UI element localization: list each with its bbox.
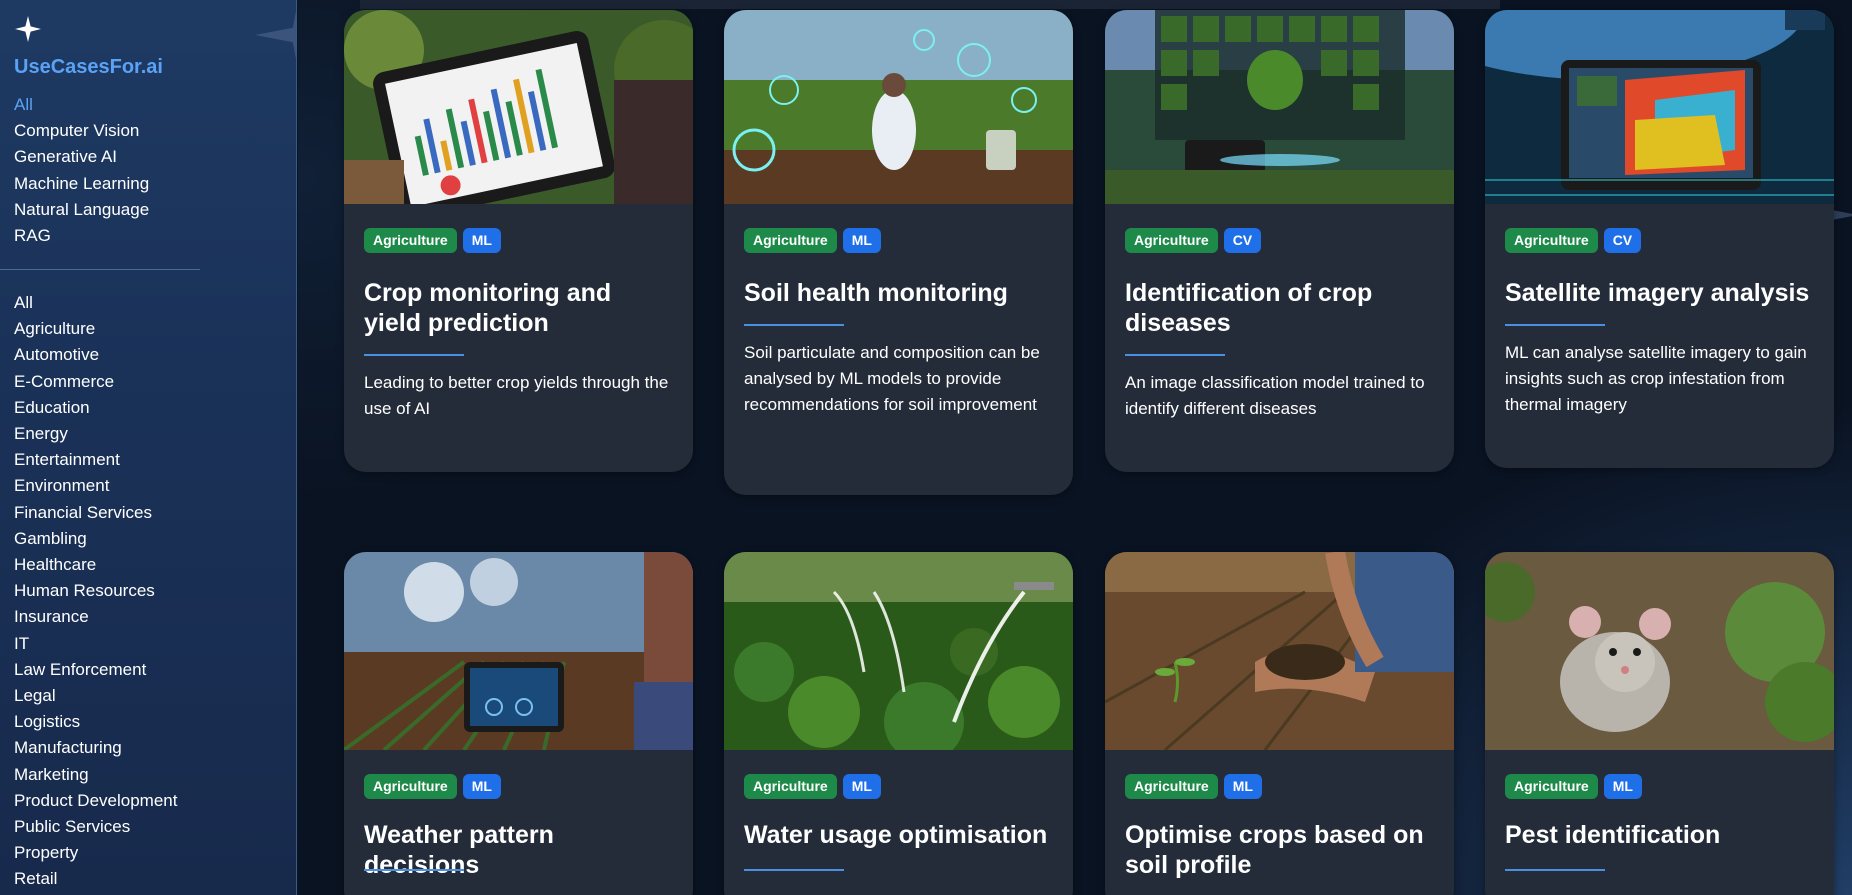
use-case-card[interactable]: Agriculture ML Optimise crops based on s… bbox=[1105, 552, 1454, 895]
card-description: Soil particulate and composition can be … bbox=[744, 343, 1040, 414]
industry-filter-automotive[interactable]: Automotive bbox=[14, 342, 177, 368]
use-case-card[interactable]: Agriculture ML Crop monitoring and yield… bbox=[344, 10, 693, 472]
industry-filter-retail[interactable]: Retail bbox=[14, 866, 177, 892]
title-underline bbox=[1505, 869, 1605, 871]
card-image bbox=[724, 10, 1073, 204]
tech-filter-machine-learning[interactable]: Machine Learning bbox=[14, 171, 149, 197]
use-case-card[interactable]: Agriculture ML Soil health monitoring So… bbox=[724, 10, 1073, 495]
tech-tag[interactable]: ML bbox=[1223, 774, 1262, 799]
industry-tag[interactable]: Agriculture bbox=[744, 774, 837, 799]
decorative-star-icon bbox=[255, 10, 296, 59]
tech-filter-rag[interactable]: RAG bbox=[14, 223, 149, 249]
industry-filter-energy[interactable]: Energy bbox=[14, 421, 177, 447]
industry-filter-e-commerce[interactable]: E-Commerce bbox=[14, 369, 177, 395]
card-title: Identification of crop diseases bbox=[1125, 279, 1373, 337]
industry-filter-public-services[interactable]: Public Services bbox=[14, 814, 177, 840]
sidebar-divider bbox=[0, 269, 200, 270]
title-underline bbox=[364, 869, 464, 871]
industry-filter-legal[interactable]: Legal bbox=[14, 683, 177, 709]
card-title: Crop monitoring and yield prediction bbox=[364, 279, 612, 337]
industry-filter-logistics[interactable]: Logistics bbox=[14, 709, 177, 735]
logo-star-icon bbox=[15, 16, 41, 42]
industry-filter-gambling[interactable]: Gambling bbox=[14, 526, 177, 552]
card-tags: Agriculture ML bbox=[364, 774, 501, 799]
use-case-card[interactable]: Agriculture ML Pest identification bbox=[1485, 552, 1834, 895]
use-case-card[interactable]: Agriculture ML Water usage optimisation bbox=[724, 552, 1073, 895]
industry-filter-marketing[interactable]: Marketing bbox=[14, 762, 177, 788]
card-description: Leading to better crop yields through th… bbox=[364, 373, 669, 418]
industry-tag[interactable]: Agriculture bbox=[364, 774, 457, 799]
industry-tag[interactable]: Agriculture bbox=[364, 228, 457, 253]
tech-filter-all[interactable]: All bbox=[14, 92, 149, 118]
card-tags: Agriculture ML bbox=[744, 774, 881, 799]
title-underline bbox=[364, 354, 464, 356]
title-underline bbox=[1125, 354, 1225, 356]
industry-filter-it[interactable]: IT bbox=[14, 631, 177, 657]
card-description: ML can analyse satellite imagery to gain… bbox=[1505, 343, 1807, 414]
card-image bbox=[724, 552, 1073, 750]
industry-filter-education[interactable]: Education bbox=[14, 395, 177, 421]
card-title: Satellite imagery analysis bbox=[1505, 279, 1810, 307]
industry-filter-environment[interactable]: Environment bbox=[14, 473, 177, 499]
title-underline bbox=[744, 869, 844, 871]
use-case-card[interactable]: Agriculture CV Identification of crop di… bbox=[1105, 10, 1454, 472]
card-title: Weather pattern decisions bbox=[364, 821, 554, 879]
card-description: An image classification model trained to… bbox=[1125, 373, 1425, 418]
card-title: Water usage optimisation bbox=[744, 821, 1048, 849]
industry-tag[interactable]: Agriculture bbox=[1125, 774, 1218, 799]
tech-tag[interactable]: ML bbox=[462, 774, 501, 799]
card-image bbox=[1485, 552, 1834, 750]
tech-tag[interactable]: CV bbox=[1603, 228, 1642, 253]
industry-filter-insurance[interactable]: Insurance bbox=[14, 604, 177, 630]
industry-filter-all[interactable]: All bbox=[14, 290, 177, 316]
use-case-card[interactable]: Agriculture CV Satellite imagery analysi… bbox=[1485, 10, 1834, 468]
title-underline bbox=[1505, 324, 1605, 326]
industry-filter-product-development[interactable]: Product Development bbox=[14, 788, 177, 814]
card-tags: Agriculture CV bbox=[1505, 228, 1642, 253]
title-underline bbox=[744, 324, 844, 326]
use-case-card[interactable]: Agriculture ML Weather pattern decisions bbox=[344, 552, 693, 895]
card-image bbox=[1105, 10, 1454, 204]
tech-tag[interactable]: ML bbox=[1603, 774, 1642, 799]
card-tags: Agriculture ML bbox=[744, 228, 881, 253]
card-tags: Agriculture ML bbox=[364, 228, 501, 253]
use-case-grid: Agriculture ML Crop monitoring and yield… bbox=[298, 0, 1852, 895]
tech-filter-nav: All Computer Vision Generative AI Machin… bbox=[14, 92, 149, 249]
card-tags: Agriculture ML bbox=[1125, 774, 1262, 799]
card-title: Pest identification bbox=[1505, 821, 1721, 849]
card-image bbox=[344, 552, 693, 750]
tech-tag[interactable]: ML bbox=[462, 228, 501, 253]
industry-filter-human-resources[interactable]: Human Resources bbox=[14, 578, 177, 604]
tech-tag[interactable]: ML bbox=[842, 774, 881, 799]
card-tags: Agriculture CV bbox=[1125, 228, 1262, 253]
card-image bbox=[1105, 552, 1454, 750]
tech-tag[interactable]: ML bbox=[842, 228, 881, 253]
tech-filter-natural-language[interactable]: Natural Language bbox=[14, 197, 149, 223]
industry-tag[interactable]: Agriculture bbox=[1505, 228, 1598, 253]
tech-tag[interactable]: CV bbox=[1223, 228, 1262, 253]
industry-filter-financial-services[interactable]: Financial Services bbox=[14, 500, 177, 526]
card-title: Optimise crops based on soil profile bbox=[1125, 821, 1424, 879]
industry-filter-agriculture[interactable]: Agriculture bbox=[14, 316, 177, 342]
industry-tag[interactable]: Agriculture bbox=[744, 228, 837, 253]
card-title: Soil health monitoring bbox=[744, 279, 1008, 307]
card-image bbox=[1485, 10, 1834, 204]
industry-filter-property[interactable]: Property bbox=[14, 840, 177, 866]
card-image bbox=[344, 10, 693, 204]
industry-filter-nav: All Agriculture Automotive E-Commerce Ed… bbox=[14, 290, 177, 893]
industry-filter-entertainment[interactable]: Entertainment bbox=[14, 447, 177, 473]
top-scroll-edge bbox=[360, 0, 1500, 9]
industry-tag[interactable]: Agriculture bbox=[1125, 228, 1218, 253]
card-tags: Agriculture ML bbox=[1505, 774, 1642, 799]
industry-tag[interactable]: Agriculture bbox=[1505, 774, 1598, 799]
brand-link[interactable]: UseCasesFor.ai bbox=[14, 56, 163, 79]
industry-filter-manufacturing[interactable]: Manufacturing bbox=[14, 735, 177, 761]
industry-filter-law-enforcement[interactable]: Law Enforcement bbox=[14, 657, 177, 683]
tech-filter-computer-vision[interactable]: Computer Vision bbox=[14, 118, 149, 144]
industry-filter-healthcare[interactable]: Healthcare bbox=[14, 552, 177, 578]
tech-filter-generative-ai[interactable]: Generative AI bbox=[14, 144, 149, 170]
sidebar: UseCasesFor.ai All Computer Vision Gener… bbox=[0, 0, 297, 895]
